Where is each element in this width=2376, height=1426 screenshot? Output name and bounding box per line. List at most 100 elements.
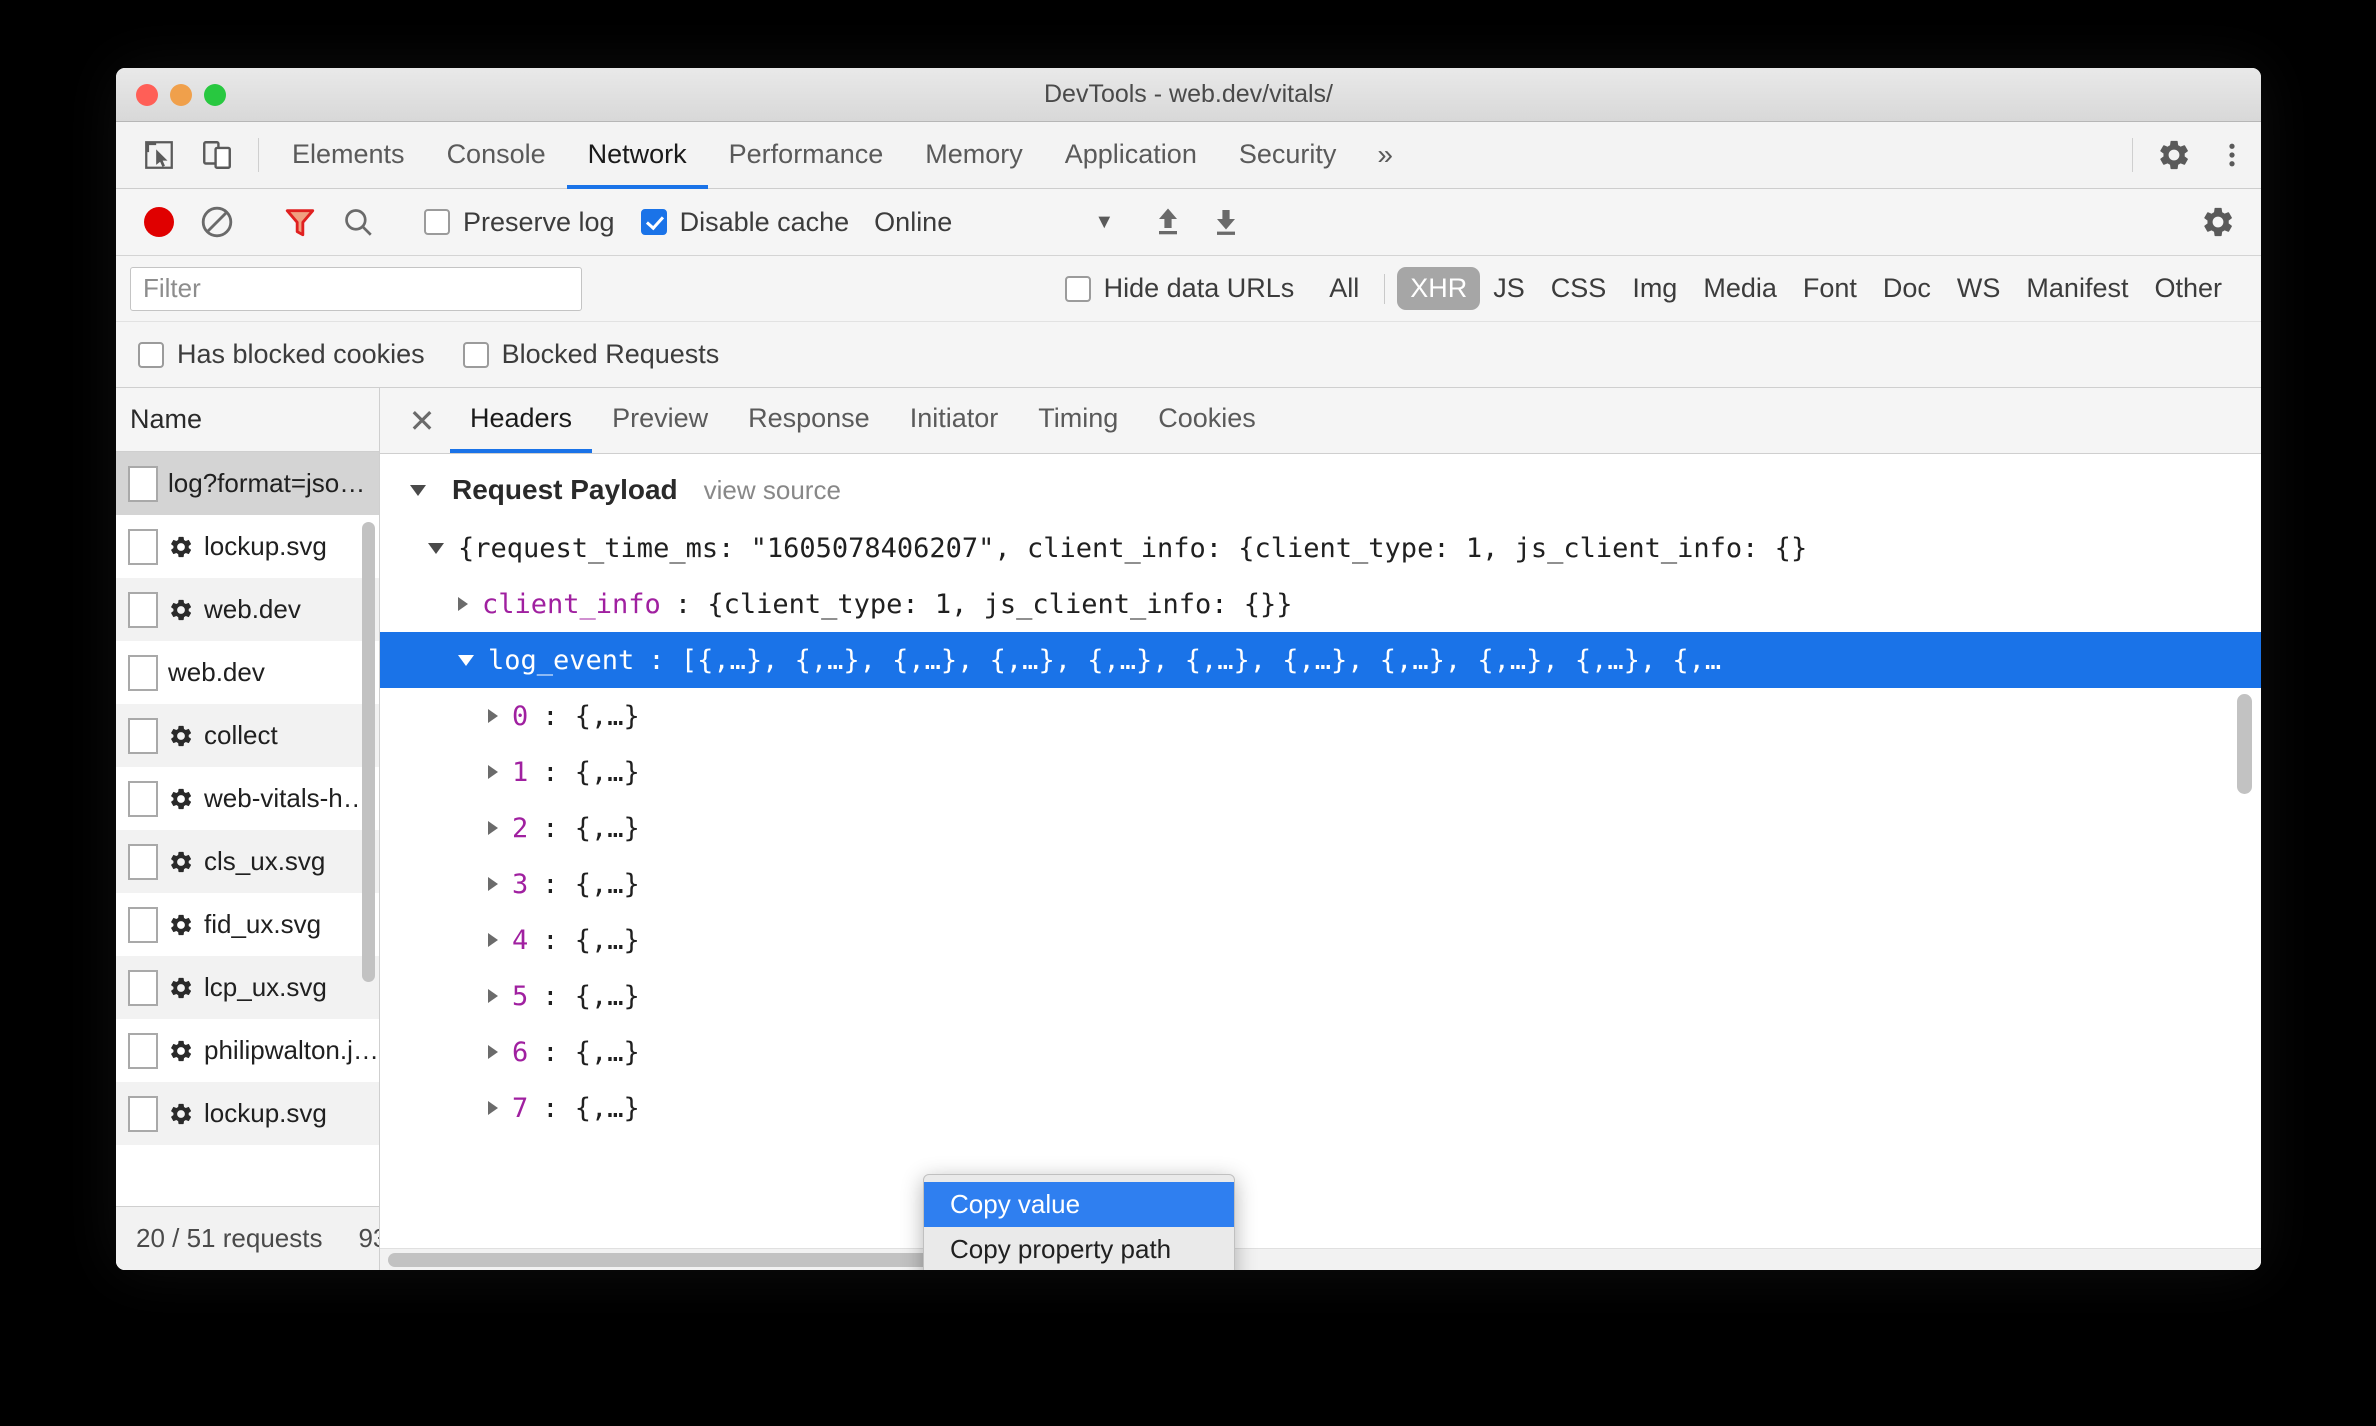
- kebab-menu-icon[interactable]: [2203, 122, 2261, 188]
- chevron-right-icon[interactable]: [488, 933, 498, 947]
- minimize-window-button[interactable]: [170, 84, 192, 106]
- detail-tab-response[interactable]: Response: [728, 388, 890, 453]
- blocked-requests-checkbox[interactable]: Blocked Requests: [462, 339, 719, 370]
- payload-horizontal-scrollbar[interactable]: [380, 1248, 2261, 1270]
- detail-tab-timing[interactable]: Timing: [1018, 388, 1138, 453]
- request-row[interactable]: lockup.svg: [116, 515, 379, 578]
- request-row-checkbox[interactable]: [128, 780, 158, 817]
- chevron-right-icon[interactable]: [488, 765, 498, 779]
- request-row[interactable]: collect: [116, 704, 379, 767]
- upload-arrow-icon[interactable]: [1139, 204, 1197, 240]
- json-row[interactable]: log_event: [{,…}, {,…}, {,…}, {,…}, {,…}…: [380, 632, 2261, 688]
- json-row[interactable]: 7: {,…}: [380, 1080, 2261, 1136]
- json-row[interactable]: 3: {,…}: [380, 856, 2261, 912]
- context-menu-item[interactable]: Copy value: [924, 1182, 1234, 1227]
- json-row[interactable]: 6: {,…}: [380, 1024, 2261, 1080]
- more-tabs-icon[interactable]: »: [1357, 122, 1413, 188]
- json-row[interactable]: 0: {,…}: [380, 688, 2261, 744]
- tab-elements[interactable]: Elements: [271, 123, 426, 189]
- request-row[interactable]: web.dev: [116, 578, 379, 641]
- tab-security[interactable]: Security: [1218, 123, 1358, 189]
- filter-type-css[interactable]: CSS: [1538, 267, 1620, 310]
- request-row-checkbox[interactable]: [128, 528, 158, 565]
- tab-application[interactable]: Application: [1044, 123, 1218, 189]
- request-row-checkbox[interactable]: [128, 1032, 158, 1069]
- record-icon[interactable]: [130, 207, 188, 237]
- chevron-right-icon[interactable]: [488, 989, 498, 1003]
- filter-input[interactable]: [130, 266, 582, 311]
- request-list-scrollbar[interactable]: [362, 522, 375, 982]
- chevron-right-icon[interactable]: [488, 1045, 498, 1059]
- request-row-checkbox[interactable]: [128, 717, 158, 754]
- tab-performance[interactable]: Performance: [708, 123, 905, 189]
- request-row-checkbox[interactable]: [128, 465, 158, 502]
- close-x-icon[interactable]: ✕: [394, 388, 450, 453]
- request-row-checkbox[interactable]: [128, 591, 158, 628]
- request-row[interactable]: lcp_ux.svg: [116, 956, 379, 1019]
- filter-type-img[interactable]: Img: [1619, 267, 1690, 310]
- request-row[interactable]: cls_ux.svg: [116, 830, 379, 893]
- throttling-select[interactable]: Online ▼: [874, 207, 1114, 238]
- detail-tab-cookies[interactable]: Cookies: [1138, 388, 1276, 453]
- detail-tab-preview[interactable]: Preview: [592, 388, 728, 453]
- filter-type-other[interactable]: Other: [2141, 267, 2235, 310]
- filter-funnel-icon[interactable]: [271, 205, 329, 239]
- chevron-right-icon[interactable]: [488, 821, 498, 835]
- request-row[interactable]: web-vitals-her…: [116, 767, 379, 830]
- chevron-down-icon[interactable]: [428, 542, 444, 554]
- chevron-right-icon[interactable]: [488, 709, 498, 723]
- chevron-right-icon[interactable]: [488, 1101, 498, 1115]
- detail-tab-initiator[interactable]: Initiator: [890, 388, 1019, 453]
- request-payload-header[interactable]: Request Payload view source: [380, 454, 2261, 520]
- search-icon[interactable]: [329, 205, 387, 239]
- close-window-button[interactable]: [136, 84, 158, 106]
- chevron-right-icon[interactable]: [488, 877, 498, 891]
- preserve-log-checkbox[interactable]: Preserve log: [424, 207, 615, 238]
- device-toolbar-icon[interactable]: [188, 122, 246, 188]
- download-arrow-icon[interactable]: [1197, 204, 1255, 240]
- tab-network[interactable]: Network: [566, 123, 708, 189]
- filter-type-all[interactable]: All: [1316, 267, 1372, 310]
- gear-icon[interactable]: [2145, 122, 2203, 188]
- context-menu-item[interactable]: Copy property path: [924, 1227, 1234, 1270]
- request-row-checkbox[interactable]: [128, 1095, 158, 1132]
- tab-memory[interactable]: Memory: [904, 123, 1044, 189]
- disable-cache-checkbox[interactable]: Disable cache: [640, 207, 849, 238]
- request-row[interactable]: log?format=json…: [116, 452, 379, 515]
- request-row-checkbox[interactable]: [128, 906, 158, 943]
- filter-type-font[interactable]: Font: [1790, 267, 1870, 310]
- json-row[interactable]: 4: {,…}: [380, 912, 2261, 968]
- request-row[interactable]: fid_ux.svg: [116, 893, 379, 956]
- payload-vertical-scrollbar[interactable]: [2237, 694, 2252, 794]
- request-row[interactable]: web.dev: [116, 641, 379, 704]
- filter-type-doc[interactable]: Doc: [1870, 267, 1944, 310]
- view-source-link[interactable]: view source: [704, 475, 841, 506]
- filter-type-js[interactable]: JS: [1480, 267, 1538, 310]
- has-blocked-cookies-checkbox[interactable]: Has blocked cookies: [138, 339, 425, 370]
- filter-type-ws[interactable]: WS: [1944, 267, 2014, 310]
- inspect-cursor-icon[interactable]: [130, 122, 188, 188]
- request-row[interactable]: lockup.svg: [116, 1082, 379, 1145]
- filter-type-media[interactable]: Media: [1690, 267, 1790, 310]
- clear-icon[interactable]: [188, 204, 246, 240]
- request-row-checkbox[interactable]: [128, 843, 158, 880]
- filter-type-manifest[interactable]: Manifest: [2013, 267, 2141, 310]
- tab-console[interactable]: Console: [426, 123, 567, 189]
- request-row-checkbox[interactable]: [128, 654, 158, 691]
- json-row[interactable]: 5: {,…}: [380, 968, 2261, 1024]
- filter-type-xhr[interactable]: XHR: [1397, 267, 1481, 310]
- maximize-window-button[interactable]: [204, 84, 226, 106]
- network-settings-gear-icon[interactable]: [2189, 204, 2247, 240]
- hide-data-urls-checkbox[interactable]: Hide data URLs: [1064, 273, 1294, 304]
- request-row[interactable]: philipwalton.jpg: [116, 1019, 379, 1082]
- json-row[interactable]: 1: {,…}: [380, 744, 2261, 800]
- json-row[interactable]: client_info: {client_type: 1, js_client_…: [380, 576, 2261, 632]
- request-list[interactable]: log?format=json… lockup.svg web.dev web.dev…: [116, 452, 379, 1206]
- chevron-right-icon[interactable]: [458, 597, 468, 611]
- chevron-down-icon[interactable]: [410, 484, 426, 496]
- detail-tab-headers[interactable]: Headers: [450, 388, 593, 453]
- json-row[interactable]: {request_time_ms: "1605078406207", clien…: [380, 520, 2261, 576]
- request-list-column-header[interactable]: Name: [116, 388, 379, 452]
- chevron-down-icon[interactable]: [458, 654, 474, 666]
- request-row-checkbox[interactable]: [128, 969, 158, 1006]
